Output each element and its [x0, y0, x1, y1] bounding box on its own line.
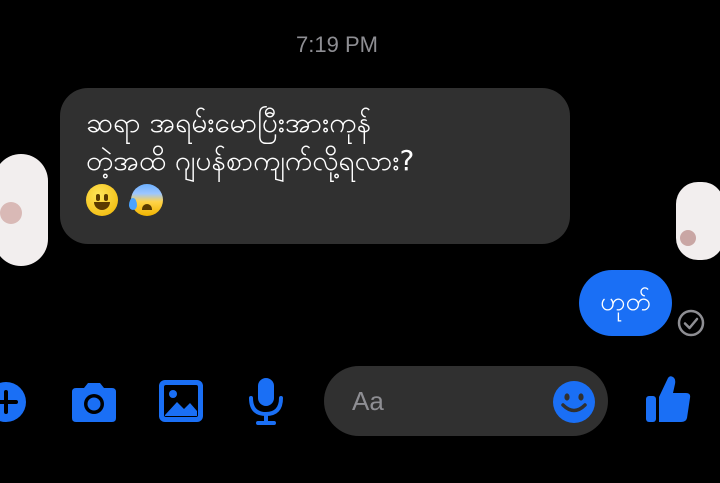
message-line-2: တဲ့အထိ ဂျပန်စာကျက်လို့ရလား?: [86, 144, 415, 177]
microphone-icon[interactable]: [246, 376, 286, 426]
read-receipt-avatar: [676, 182, 720, 260]
message-line-1: ဆရာ အရမ်းမောပြီးအားကုန်: [86, 106, 372, 139]
grinning-face-icon: [86, 184, 118, 216]
outgoing-message-text: ဟုတ်: [600, 286, 651, 317]
smiley-icon[interactable]: [552, 380, 596, 424]
message-timestamp: 7:19 PM: [296, 32, 378, 57]
image-icon[interactable]: [157, 378, 205, 424]
sender-avatar[interactable]: [0, 154, 48, 266]
message-emoji-row: [86, 180, 548, 218]
sent-check-icon: [677, 309, 705, 337]
camera-icon[interactable]: [68, 380, 120, 424]
thumbs-up-icon[interactable]: [644, 374, 692, 424]
outgoing-message-bubble[interactable]: ဟုတ်: [579, 270, 672, 336]
message-input[interactable]: [352, 366, 532, 436]
incoming-message-bubble[interactable]: ဆရာ အရမ်းမောပြီးအားကုန် တဲ့အထိ ဂျပန်စာကျ…: [60, 88, 570, 244]
anxious-face-with-sweat-icon: [128, 184, 163, 216]
plus-icon[interactable]: [0, 380, 28, 424]
